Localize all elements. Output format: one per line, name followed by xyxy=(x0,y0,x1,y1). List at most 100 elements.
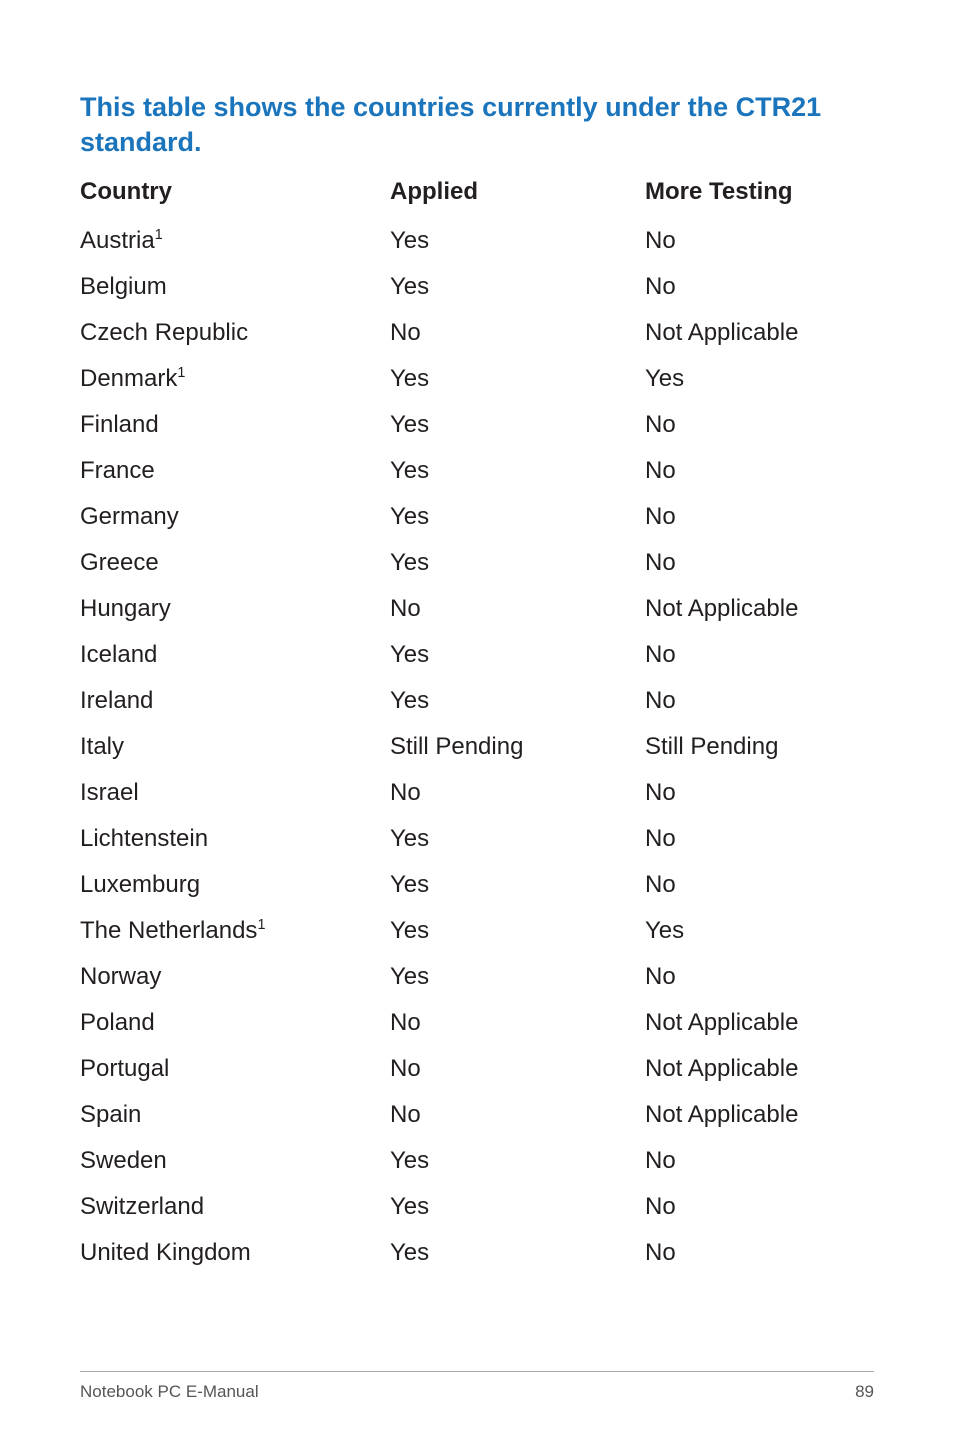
cell-testing: Still Pending xyxy=(645,733,874,761)
cell-testing: No xyxy=(645,687,874,715)
cell-testing: No xyxy=(645,549,874,577)
cell-applied: No xyxy=(390,595,645,623)
cell-testing: Not Applicable xyxy=(645,595,874,623)
table-row: PolandNoNot Applicable xyxy=(80,1000,874,1046)
cell-testing: No xyxy=(645,503,874,531)
cell-applied: No xyxy=(390,1101,645,1129)
cell-testing: Not Applicable xyxy=(645,319,874,347)
cell-applied: Yes xyxy=(390,687,645,715)
footer-title: Notebook PC E-Manual xyxy=(80,1382,259,1402)
cell-testing: No xyxy=(645,411,874,439)
cell-country: United Kingdom xyxy=(80,1239,390,1267)
table-row: Czech RepublicNoNot Applicable xyxy=(80,310,874,356)
cell-applied: Yes xyxy=(390,365,645,393)
cell-country: Spain xyxy=(80,1101,390,1129)
cell-applied: Yes xyxy=(390,917,645,945)
table-row: ItalyStill PendingStill Pending xyxy=(80,724,874,770)
table-row: SwedenYesNo xyxy=(80,1138,874,1184)
cell-testing: No xyxy=(645,779,874,807)
cell-testing: No xyxy=(645,963,874,991)
footnote-marker: 1 xyxy=(155,227,163,243)
cell-applied: No xyxy=(390,1055,645,1083)
cell-country: Czech Republic xyxy=(80,319,390,347)
table-row: FinlandYesNo xyxy=(80,402,874,448)
cell-testing: No xyxy=(645,1147,874,1175)
cell-applied: Yes xyxy=(390,641,645,669)
cell-applied: No xyxy=(390,1009,645,1037)
cell-applied: Yes xyxy=(390,825,645,853)
cell-country: Italy xyxy=(80,733,390,761)
cell-country: Finland xyxy=(80,411,390,439)
cell-country: The Netherlands1 xyxy=(80,917,390,945)
cell-applied: Yes xyxy=(390,503,645,531)
cell-country: Switzerland xyxy=(80,1193,390,1221)
header-applied: Applied xyxy=(390,178,645,206)
footnote-marker: 1 xyxy=(177,365,185,381)
cell-country: Poland xyxy=(80,1009,390,1037)
cell-country: Belgium xyxy=(80,273,390,301)
table-row: SwitzerlandYesNo xyxy=(80,1184,874,1230)
table-row: GermanyYesNo xyxy=(80,494,874,540)
page-number: 89 xyxy=(855,1382,874,1402)
table-row: Austria1YesNo xyxy=(80,218,874,264)
cell-country: Luxemburg xyxy=(80,871,390,899)
cell-testing: No xyxy=(645,457,874,485)
table-row: IrelandYesNo xyxy=(80,678,874,724)
table-row: The Netherlands1YesYes xyxy=(80,908,874,954)
cell-testing: Yes xyxy=(645,917,874,945)
cell-applied: No xyxy=(390,779,645,807)
table-row: IcelandYesNo xyxy=(80,632,874,678)
cell-testing: No xyxy=(645,273,874,301)
ctr21-table: Country Applied More Testing Austria1Yes… xyxy=(80,178,874,1276)
cell-testing: Not Applicable xyxy=(645,1101,874,1129)
table-row: NorwayYesNo xyxy=(80,954,874,1000)
cell-testing: No xyxy=(645,871,874,899)
header-country: Country xyxy=(80,178,390,206)
cell-country: Denmark1 xyxy=(80,365,390,393)
cell-country: Hungary xyxy=(80,595,390,623)
table-row: United KingdomYesNo xyxy=(80,1230,874,1276)
cell-testing: No xyxy=(645,1193,874,1221)
cell-country: Norway xyxy=(80,963,390,991)
cell-country: Israel xyxy=(80,779,390,807)
table-row: LuxemburgYesNo xyxy=(80,862,874,908)
cell-testing: No xyxy=(645,1239,874,1267)
cell-testing: Not Applicable xyxy=(645,1009,874,1037)
cell-country: Lichtenstein xyxy=(80,825,390,853)
table-row: IsraelNoNo xyxy=(80,770,874,816)
section-title: This table shows the countries currently… xyxy=(80,90,874,160)
cell-country: France xyxy=(80,457,390,485)
table-row: PortugalNoNot Applicable xyxy=(80,1046,874,1092)
cell-testing: Not Applicable xyxy=(645,1055,874,1083)
cell-country: Iceland xyxy=(80,641,390,669)
cell-applied: Still Pending xyxy=(390,733,645,761)
table-row: HungaryNoNot Applicable xyxy=(80,586,874,632)
cell-applied: Yes xyxy=(390,1239,645,1267)
cell-testing: No xyxy=(645,825,874,853)
cell-applied: Yes xyxy=(390,273,645,301)
table-row: SpainNoNot Applicable xyxy=(80,1092,874,1138)
cell-country: Sweden xyxy=(80,1147,390,1175)
table-row: LichtensteinYesNo xyxy=(80,816,874,862)
cell-applied: Yes xyxy=(390,457,645,485)
cell-country: Austria1 xyxy=(80,227,390,255)
table-row: GreeceYesNo xyxy=(80,540,874,586)
table-row: Denmark1YesYes xyxy=(80,356,874,402)
cell-applied: No xyxy=(390,319,645,347)
cell-applied: Yes xyxy=(390,549,645,577)
cell-country: Germany xyxy=(80,503,390,531)
cell-country: Greece xyxy=(80,549,390,577)
cell-country: Ireland xyxy=(80,687,390,715)
table-header-row: Country Applied More Testing xyxy=(80,178,874,218)
cell-testing: No xyxy=(645,227,874,255)
cell-applied: Yes xyxy=(390,227,645,255)
header-testing: More Testing xyxy=(645,178,874,206)
cell-applied: Yes xyxy=(390,1193,645,1221)
cell-applied: Yes xyxy=(390,963,645,991)
cell-testing: Yes xyxy=(645,365,874,393)
cell-country: Portugal xyxy=(80,1055,390,1083)
page-footer: Notebook PC E-Manual 89 xyxy=(80,1371,874,1402)
cell-applied: Yes xyxy=(390,411,645,439)
table-row: FranceYesNo xyxy=(80,448,874,494)
cell-applied: Yes xyxy=(390,871,645,899)
